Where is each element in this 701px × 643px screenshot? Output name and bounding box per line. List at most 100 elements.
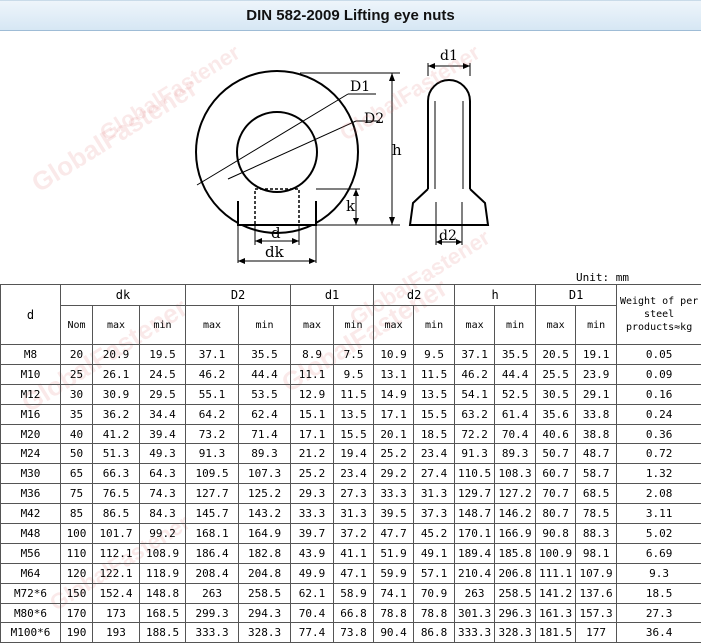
table-cell: 0.05 [617, 345, 701, 365]
table-row: M48100101.799.2168.1164.939.737.247.745.… [1, 524, 701, 544]
table-cell: 50.7 [536, 444, 576, 464]
table-cell: 47.1 [334, 563, 374, 583]
table-cell: 328.3 [495, 623, 536, 643]
table-cell: 14.9 [374, 384, 414, 404]
table-cell: 46.2 [186, 364, 239, 384]
subheader-min: min [495, 306, 536, 345]
table-cell: 137.6 [576, 583, 617, 603]
inner-ring-outline [237, 112, 317, 192]
label-d1: d1 [440, 48, 458, 64]
table-cell: 108.9 [140, 543, 186, 563]
table-cell: 0.09 [617, 364, 701, 384]
table-cell: 38.8 [576, 424, 617, 444]
table-row: M82020.919.537.135.58.97.510.99.537.135.… [1, 345, 701, 365]
table-cell: 90.8 [536, 524, 576, 544]
table-cell: 89.3 [239, 444, 291, 464]
table-cell: 157.3 [576, 603, 617, 623]
thread-size-cell: M48 [1, 524, 61, 544]
table-cell: 41.1 [334, 543, 374, 563]
table-cell: 58.7 [576, 464, 617, 484]
subheader-max: max [186, 306, 239, 345]
table-cell: 17.1 [291, 424, 334, 444]
table-cell: 181.5 [536, 623, 576, 643]
side-view-ring [428, 80, 470, 189]
table-cell: 44.4 [495, 364, 536, 384]
table-cell: 168.5 [140, 603, 186, 623]
table-cell: 11.5 [334, 384, 374, 404]
table-cell: 61.4 [495, 404, 536, 424]
thread-size-cell: M64 [1, 563, 61, 583]
table-cell: 5.02 [617, 524, 701, 544]
table-cell: 294.3 [239, 603, 291, 623]
specification-table: d dk D2 d1 d2 h D1 Weight of per steel p… [0, 284, 701, 643]
table-cell: 11.5 [414, 364, 455, 384]
table-cell: 37.2 [334, 524, 374, 544]
table-cell: 333.3 [186, 623, 239, 643]
table-cell: 9.3 [617, 563, 701, 583]
table-cell: 258.5 [495, 583, 536, 603]
table-cell: 76.5 [93, 484, 140, 504]
thread-size-cell: M24 [1, 444, 61, 464]
table-cell: 120 [61, 563, 93, 583]
table-cell: 110.5 [455, 464, 495, 484]
table-cell: 51.9 [374, 543, 414, 563]
table-cell: 0.16 [617, 384, 701, 404]
table-cell: 86.8 [414, 623, 455, 643]
thread-size-cell: M72*6 [1, 583, 61, 603]
table-cell: 57.1 [414, 563, 455, 583]
table-cell: 18.5 [414, 424, 455, 444]
table-cell: 66.8 [334, 603, 374, 623]
table-cell: 8.9 [291, 345, 334, 365]
table-cell: 73.8 [334, 623, 374, 643]
table-cell: 20.9 [93, 345, 140, 365]
table-cell: 33.8 [576, 404, 617, 424]
table-cell: 109.5 [186, 464, 239, 484]
table-cell: 36.2 [93, 404, 140, 424]
table-cell: 333.3 [455, 623, 495, 643]
table-cell: 59.9 [374, 563, 414, 583]
header-d2: d2 [374, 285, 455, 306]
table-cell: 52.5 [495, 384, 536, 404]
table-cell: 15.5 [414, 404, 455, 424]
table-cell: 35.6 [536, 404, 576, 424]
table-cell: 23.4 [414, 444, 455, 464]
header-d: d [1, 285, 61, 345]
table-cell: 25 [61, 364, 93, 384]
table-cell: 70.4 [495, 424, 536, 444]
table-cell: 49.1 [414, 543, 455, 563]
table-cell: 110 [61, 543, 93, 563]
table-cell: 193 [93, 623, 140, 643]
table-cell: 301.3 [455, 603, 495, 623]
table-cell: 75 [61, 484, 93, 504]
thread-size-cell: M56 [1, 543, 61, 563]
thread-size-cell: M42 [1, 504, 61, 524]
technical-drawing: D1 D2 h k d dk d1 [0, 31, 701, 271]
table-cell: 185.8 [495, 543, 536, 563]
subheader-min: min [239, 306, 291, 345]
page-title: DIN 582-2009 Lifting eye nuts [0, 0, 701, 31]
table-cell: 23.4 [334, 464, 374, 484]
table-cell: 10.9 [374, 345, 414, 365]
table-cell: 20.1 [374, 424, 414, 444]
table-cell: 35.5 [495, 345, 536, 365]
table-cell: 125.2 [239, 484, 291, 504]
table-cell: 46.2 [455, 364, 495, 384]
table-cell: 29.2 [374, 464, 414, 484]
table-cell: 50 [61, 444, 93, 464]
table-row: M100*6190193188.5333.3328.377.473.890.48… [1, 623, 701, 643]
table-cell: 0.36 [617, 424, 701, 444]
table-cell: 210.4 [455, 563, 495, 583]
table-row: M306566.364.3109.5107.325.223.429.227.41… [1, 464, 701, 484]
table-cell: 18.5 [617, 583, 701, 603]
table-cell: 111.1 [536, 563, 576, 583]
d1-leader-line [197, 94, 348, 185]
table-row: M245051.349.391.389.321.219.425.223.491.… [1, 444, 701, 464]
table-cell: 15.1 [291, 404, 334, 424]
table-cell: 166.9 [495, 524, 536, 544]
table-cell: 19.4 [334, 444, 374, 464]
table-cell: 30.5 [536, 384, 576, 404]
table-cell: 64.2 [186, 404, 239, 424]
table-cell: 71.4 [239, 424, 291, 444]
table-cell: 12.9 [291, 384, 334, 404]
unit-label: Unit: mm [576, 271, 629, 285]
